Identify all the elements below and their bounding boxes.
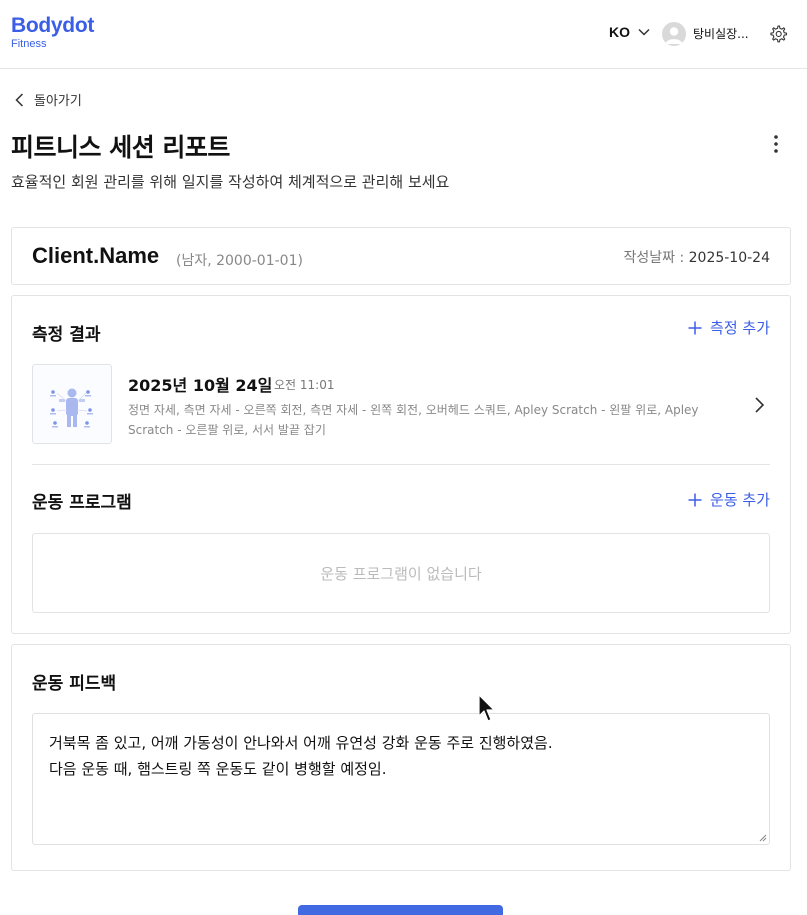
client-name: Client.Name xyxy=(32,243,160,268)
avatar[interactable] xyxy=(662,22,686,46)
back-link[interactable]: 돌아가기 xyxy=(15,90,82,109)
client-meta: (남자, 2000-01-01) xyxy=(176,253,303,269)
back-label: 돌아가기 xyxy=(34,94,82,109)
section-divider xyxy=(32,464,770,465)
program-empty-state: 운동 프로그램이 없습니다 xyxy=(32,533,770,613)
add-exercise-label: 운동 추가 xyxy=(710,491,770,509)
username[interactable]: 탕비실장... xyxy=(693,25,749,42)
measurement-date[interactable]: 2025년 10월 24일 xyxy=(128,372,272,396)
measurement-items: 정면 자세, 측면 자세 - 오른쪽 회전, 측면 자세 - 왼쪽 회전, 오버… xyxy=(128,403,699,437)
client-info-card: Client.Name (남자, 2000-01-01) 작성날짜 : 2025… xyxy=(11,227,791,285)
created-date-value: 2025-10-24 xyxy=(688,250,770,266)
plus-icon xyxy=(688,493,702,506)
body-posture-icon xyxy=(50,388,93,428)
measurement-thumbnail[interactable] xyxy=(32,364,112,444)
logo-text: Bodydot xyxy=(11,14,95,37)
chevron-right-icon[interactable] xyxy=(752,396,766,414)
page-subtitle: 효율적인 회원 관리를 위해 일지를 작성하여 체계적으로 관리해 보세요 xyxy=(11,173,450,191)
feedback-line-2: 다음 운동 때, 햄스트링 쪽 운동도 같이 병행할 예정임. xyxy=(49,760,387,778)
plus-icon xyxy=(688,321,702,334)
created-date-label: 작성날짜 : xyxy=(623,250,689,266)
language-selector[interactable]: KO xyxy=(609,24,650,40)
gear-icon[interactable] xyxy=(768,24,788,44)
feedback-title: 운동 피드백 xyxy=(32,674,117,694)
feedback-textarea[interactable]: 거북목 좀 있고, 어깨 가동성이 안나와서 어깨 유연성 강화 운동 주로 진… xyxy=(32,713,770,845)
program-title: 운동 프로그램 xyxy=(32,493,132,513)
top-header: Bodydot Fitness KO 탕비실장... xyxy=(0,0,807,69)
feedback-card: 운동 피드백 거북목 좀 있고, 어깨 가동성이 안나와서 어깨 유연성 강화 … xyxy=(11,644,791,871)
feedback-line-1: 거북목 좀 있고, 어깨 가동성이 안나와서 어깨 유연성 강화 운동 주로 진… xyxy=(49,734,553,752)
add-exercise-button[interactable]: 운동 추가 xyxy=(688,489,770,510)
logo-subtext: Fitness xyxy=(11,38,47,50)
resize-handle-icon[interactable] xyxy=(759,834,767,842)
language-label: KO xyxy=(609,24,630,40)
page-title: 피트니스 세션 리포트 xyxy=(11,133,230,162)
session-card: 측정 결과 측정 추가 2025년 10월 24일 오전 11:01 정면 자세… xyxy=(11,295,791,634)
created-date: 작성날짜 : 2025-10-24 xyxy=(623,247,770,267)
more-options-icon[interactable] xyxy=(768,133,784,155)
chevron-down-icon xyxy=(638,28,650,36)
user-icon xyxy=(665,27,683,44)
add-measurement-button[interactable]: 측정 추가 xyxy=(688,317,770,338)
measurement-time: 오전 11:01 xyxy=(274,378,335,392)
measurement-title: 측정 결과 xyxy=(32,325,101,345)
chevron-left-icon xyxy=(15,92,24,107)
program-empty-text: 운동 프로그램이 없습니다 xyxy=(320,564,482,583)
mouse-cursor-icon xyxy=(478,694,495,722)
brand-logo[interactable]: Bodydot Fitness xyxy=(11,15,94,51)
save-button[interactable] xyxy=(298,905,503,915)
add-measurement-label: 측정 추가 xyxy=(710,319,770,337)
